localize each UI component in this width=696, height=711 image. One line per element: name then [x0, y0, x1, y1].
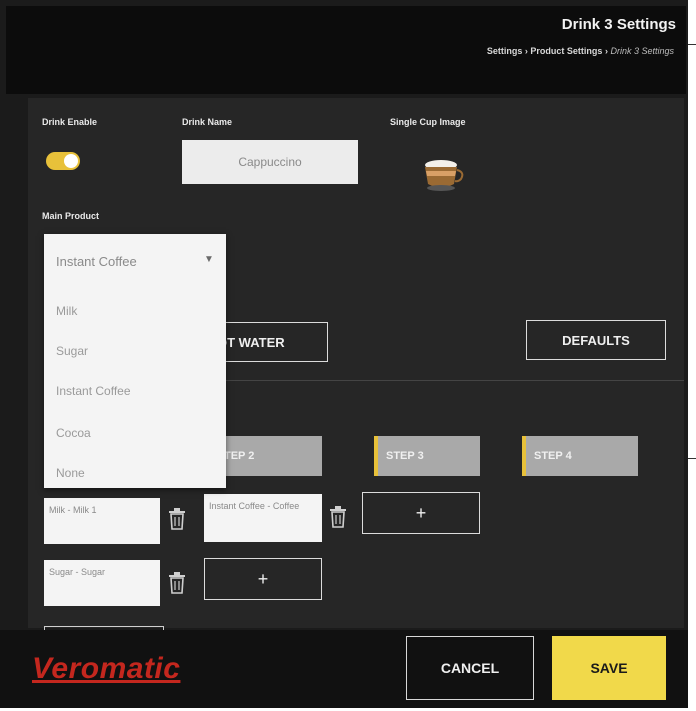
chevron-down-icon[interactable]: ▼: [204, 254, 214, 265]
main-product-label: Main Product: [42, 211, 100, 221]
device-screen: Drink 3 Settings Settings › Product Sett…: [0, 0, 688, 708]
step-3-tab[interactable]: STEP 3: [374, 436, 480, 476]
hot-water-label: OT WATER: [217, 334, 285, 350]
add-ingredient-step2-button[interactable]: +: [204, 558, 322, 600]
dropdown-option-cocoa[interactable]: Cocoa: [56, 426, 91, 440]
cancel-label: CANCEL: [440, 660, 500, 676]
defaults-label: DEFAULTS: [562, 332, 630, 348]
save-label: SAVE: [590, 660, 628, 676]
step-4-label: STEP 4: [534, 450, 572, 462]
drink-enable-label: Drink Enable: [42, 117, 98, 127]
main-product-dropdown[interactable]: Instant Coffee ▼ Milk Sugar Instant Coff…: [44, 234, 226, 488]
dropdown-option-none[interactable]: None: [56, 466, 85, 480]
breadcrumb-product-settings[interactable]: Product Settings: [530, 46, 602, 56]
defaults-button[interactable]: DEFAULTS: [526, 320, 666, 360]
hot-water-button[interactable]: OT WATER: [214, 322, 328, 362]
step-4-tab[interactable]: STEP 4: [522, 436, 638, 476]
breadcrumb: Settings › Product Settings › Drink 3 Se…: [487, 46, 674, 56]
step-indicator: [374, 436, 378, 476]
dropdown-option-instant-coffee[interactable]: Instant Coffee: [56, 384, 131, 398]
coffee-cup-icon[interactable]: [420, 157, 466, 193]
step-3-label: STEP 3: [386, 450, 424, 462]
trash-icon[interactable]: [168, 508, 186, 530]
step-2-tab[interactable]: TEP 2: [214, 436, 322, 476]
drink-enable-toggle[interactable]: [46, 152, 80, 170]
breadcrumb-separator: ›: [524, 46, 528, 56]
ingredient-coffee-label: Instant Coffee - Coffee: [209, 501, 300, 511]
veromatic-logo: Veromatic: [32, 652, 181, 685]
add-ingredient-step3-button[interactable]: +: [362, 492, 480, 534]
ingredient-sugar-label: Sugar - Sugar: [49, 567, 106, 577]
breadcrumb-separator: ›: [604, 46, 608, 56]
cancel-button[interactable]: CANCEL: [406, 636, 534, 700]
ingredient-slot-coffee[interactable]: Instant Coffee - Coffee: [204, 494, 322, 542]
step-indicator: [522, 436, 526, 476]
dropdown-selected-value[interactable]: Instant Coffee: [56, 254, 137, 269]
add-icon: +: [257, 568, 269, 589]
ingredient-slot-sugar[interactable]: Sugar - Sugar: [44, 560, 160, 606]
section-divider: [214, 380, 684, 381]
trash-icon[interactable]: [329, 506, 347, 528]
page-header: Drink 3 Settings Settings › Product Sett…: [6, 6, 686, 94]
add-icon: +: [415, 502, 427, 523]
drink-name-input[interactable]: [182, 140, 358, 184]
dropdown-option-sugar[interactable]: Sugar: [56, 344, 88, 358]
single-cup-image-label: Single Cup Image: [390, 117, 466, 127]
save-button[interactable]: SAVE: [552, 636, 666, 700]
dropdown-option-milk[interactable]: Milk: [56, 304, 77, 318]
trash-icon[interactable]: [168, 572, 186, 594]
breadcrumb-settings[interactable]: Settings: [487, 46, 523, 56]
footer-bar: Veromatic CANCEL SAVE: [0, 630, 688, 708]
ingredient-slot-milk[interactable]: Milk - Milk 1: [44, 498, 160, 544]
ingredient-milk-label: Milk - Milk 1: [49, 505, 97, 515]
step-2-label: TEP 2: [224, 450, 255, 462]
page-title: Drink 3 Settings: [561, 16, 676, 33]
edge-marker: [688, 458, 696, 459]
drink-name-label: Drink Name: [182, 117, 233, 127]
edge-marker: [688, 44, 696, 45]
breadcrumb-current: Drink 3 Settings: [610, 46, 674, 56]
